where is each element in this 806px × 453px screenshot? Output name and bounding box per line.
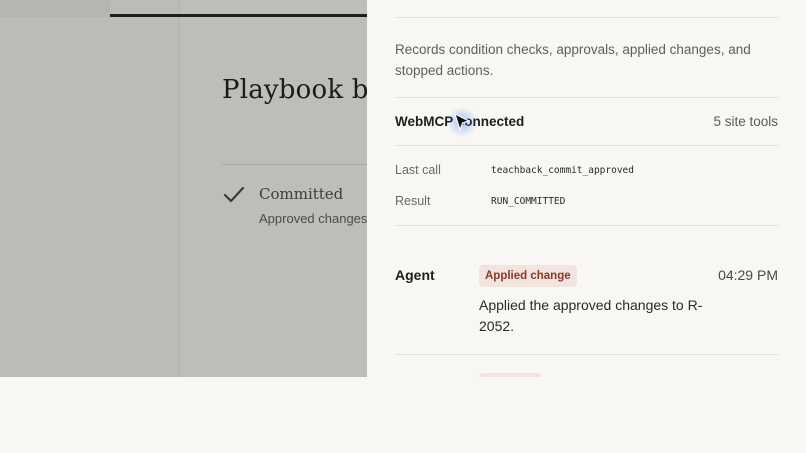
panel-divider bbox=[395, 225, 778, 226]
last-call-value: teachback_commit_approved bbox=[491, 165, 634, 176]
bottom-area bbox=[0, 377, 806, 453]
last-call-label: Last call bbox=[395, 163, 441, 177]
log-badge: Applied change bbox=[479, 265, 577, 287]
app-background: Playbook b Committed Approved changes bbox=[0, 0, 367, 377]
app-sidebar-header bbox=[0, 0, 110, 17]
site-tools-count[interactable]: 5 site tools bbox=[713, 114, 778, 129]
log-actor: Agent bbox=[395, 267, 435, 283]
app-main-content: Playbook b Committed Approved changes bbox=[180, 17, 367, 377]
check-icon bbox=[223, 186, 245, 203]
cursor-icon bbox=[454, 113, 470, 131]
panel-divider bbox=[395, 17, 778, 18]
page-title: Playbook b bbox=[222, 75, 367, 105]
log-time: 04:29 PM bbox=[718, 267, 778, 283]
result-label: Result bbox=[395, 194, 431, 208]
log-message: Applied the approved changes to R-2052. bbox=[479, 297, 703, 334]
panel-description: Records condition checks, approvals, app… bbox=[395, 42, 751, 78]
status-subtitle: Approved changes bbox=[259, 211, 367, 226]
panel-divider bbox=[395, 145, 778, 146]
activity-panel: Records condition checks, approvals, app… bbox=[367, 0, 806, 377]
content-divider bbox=[222, 164, 367, 165]
result-value: RUN_COMMITTED bbox=[491, 196, 566, 207]
status-title: Committed bbox=[259, 185, 344, 203]
panel-divider bbox=[395, 97, 778, 98]
app-sidebar bbox=[0, 0, 180, 377]
panel-divider bbox=[395, 354, 778, 355]
